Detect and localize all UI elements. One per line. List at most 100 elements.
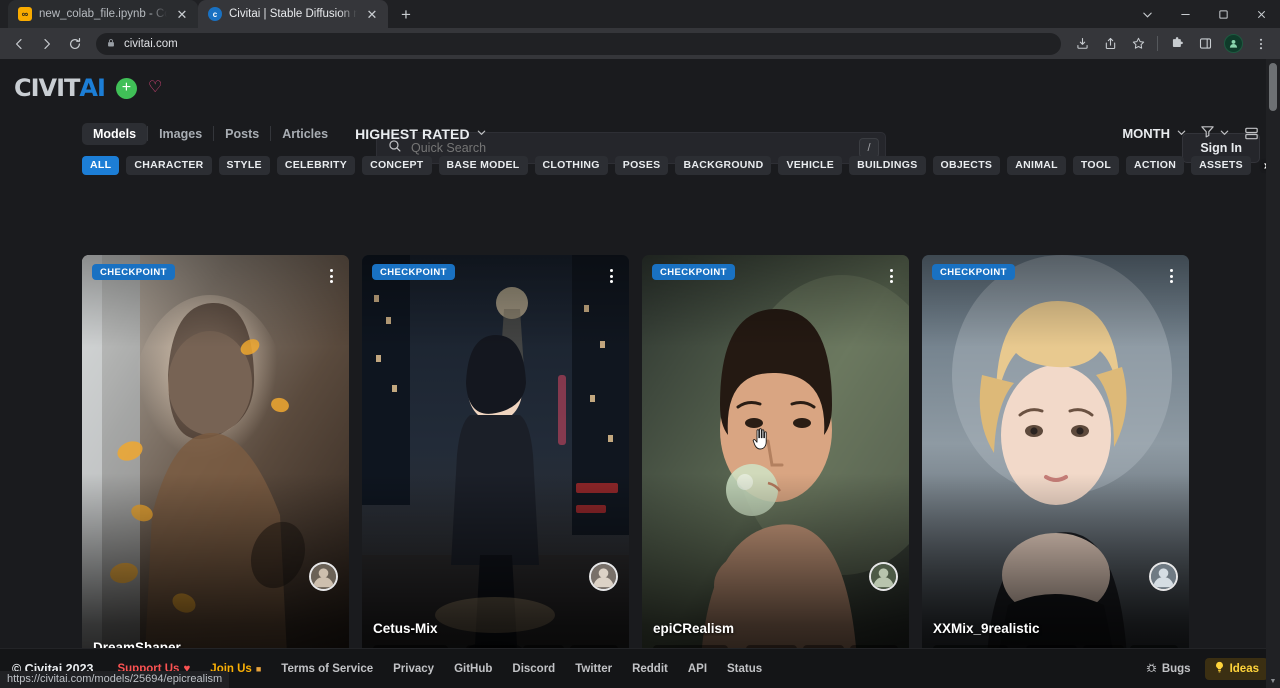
side-panel-icon[interactable] (1192, 31, 1218, 57)
filter-funnel-icon (1200, 124, 1215, 144)
install-icon[interactable] (1069, 31, 1095, 57)
chevron-down-icon (1219, 127, 1230, 140)
model-card[interactable]: CHECKPOINT DreamShaper (82, 255, 349, 648)
browser-tabstrip: ∞ new_colab_file.ipynb - Colaboratory ✕ … (0, 0, 1280, 28)
tab-articles[interactable]: Articles (271, 123, 339, 145)
close-icon[interactable]: ✕ (364, 6, 380, 22)
browser-tab-civitai[interactable]: c Civitai | Stable Diffusion models, ✕ (198, 0, 388, 28)
model-grid-container: CHECKPOINT DreamShaper (0, 255, 1280, 648)
period-dropdown[interactable]: MONTH (1122, 126, 1187, 141)
card-body: epiCRealism ★★★★★ 305 (642, 612, 909, 648)
chip-assets[interactable]: ASSETS (1191, 156, 1251, 175)
model-type-badge: CHECKPOINT (652, 264, 735, 280)
card-body: Cetus-Mix ★★★★★ 225 (362, 612, 629, 648)
sort-dropdown[interactable]: HIGHEST RATED (355, 126, 487, 142)
footer-link-github[interactable]: GitHub (444, 663, 502, 675)
nav-tabs: Models Images Posts Articles (82, 123, 339, 145)
creator-avatar[interactable] (309, 562, 338, 591)
browser-toolbar: civitai.com (0, 28, 1280, 59)
page-scrollbar[interactable]: ▲ ▼ (1266, 59, 1280, 688)
layout-toggle-button[interactable] (1243, 125, 1260, 142)
sort-dropdown-label: HIGHEST RATED (355, 126, 470, 142)
model-card[interactable]: CHECKPOINT XXMix_9realistic ★★★★★ 193 (922, 255, 1189, 648)
tab-images[interactable]: Images (148, 123, 213, 145)
bug-icon (1146, 662, 1157, 676)
chip-character[interactable]: CHARACTER (126, 156, 211, 175)
model-type-badge: CHECKPOINT (92, 264, 175, 280)
model-card[interactable]: CHECKPOINT epiCRealism ★★★★★ 305 (642, 255, 909, 648)
footer-link-twitter[interactable]: Twitter (565, 663, 622, 675)
filter-button[interactable] (1200, 124, 1230, 144)
chip-animal[interactable]: ANIMAL (1007, 156, 1066, 175)
back-arrow-icon[interactable] (6, 31, 32, 57)
report-bugs-button[interactable]: Bugs (1140, 662, 1197, 676)
chip-action[interactable]: ACTION (1126, 156, 1184, 175)
chip-base-model[interactable]: BASE MODEL (439, 156, 528, 175)
extensions-icon[interactable] (1164, 31, 1190, 57)
main-nav: Models Images Posts Articles HIGHEST RAT… (0, 117, 1280, 150)
close-window-button[interactable] (1242, 0, 1280, 28)
card-more-menu-icon[interactable] (886, 265, 897, 287)
browser-tab-colab[interactable]: ∞ new_colab_file.ipynb - Colaboratory ✕ (8, 0, 198, 28)
creator-avatar[interactable] (1149, 562, 1178, 591)
footer-link-reddit[interactable]: Reddit (622, 663, 678, 675)
bugs-label: Bugs (1162, 663, 1191, 675)
footer-link-status[interactable]: Status (717, 663, 772, 675)
ideas-button[interactable]: Ideas (1205, 658, 1268, 680)
address-bar[interactable]: civitai.com (96, 33, 1061, 55)
model-type-badge: CHECKPOINT (372, 264, 455, 280)
chip-clothing[interactable]: CLOTHING (535, 156, 608, 175)
model-title: Cetus-Mix (373, 621, 618, 636)
chip-poses[interactable]: POSES (615, 156, 669, 175)
chip-background[interactable]: BACKGROUND (675, 156, 771, 175)
civitai-logo[interactable]: CIVITAI + ♡ (14, 74, 162, 102)
share-icon[interactable] (1097, 31, 1123, 57)
footer-link-discord[interactable]: Discord (502, 663, 565, 675)
tab-search-icon[interactable] (1128, 0, 1166, 28)
logo-text: CIVITAI (14, 74, 105, 102)
tab-models[interactable]: Models (82, 123, 147, 145)
model-card[interactable]: CHECKPOINT Cetus-Mix ★★★★★ 225 (362, 255, 629, 648)
logo-part-civit: CIVIT (14, 74, 79, 102)
scroll-down-icon[interactable]: ▼ (1266, 674, 1280, 688)
new-tab-button[interactable]: + (392, 0, 420, 28)
maximize-button[interactable] (1204, 0, 1242, 28)
model-title: XXMix_9realistic (933, 621, 1178, 636)
close-icon[interactable]: ✕ (174, 6, 190, 22)
chip-concept[interactable]: CONCEPT (362, 156, 431, 175)
card-body: XXMix_9realistic ★★★★★ 193 (922, 612, 1189, 648)
card-more-menu-icon[interactable] (1166, 265, 1177, 287)
forward-arrow-icon[interactable] (34, 31, 60, 57)
footer-link-api[interactable]: API (678, 663, 717, 675)
chip-tool[interactable]: TOOL (1073, 156, 1119, 175)
card-gradient-overlay (642, 255, 909, 648)
chip-objects[interactable]: OBJECTS (933, 156, 1001, 175)
chip-vehicle[interactable]: VEHICLE (778, 156, 842, 175)
nav-controls: MONTH (1122, 124, 1260, 144)
creator-avatar[interactable] (869, 562, 898, 591)
scrollbar-thumb[interactable] (1269, 63, 1277, 111)
footer-link-terms-of-service[interactable]: Terms of Service (271, 663, 383, 675)
bookmark-star-icon[interactable] (1125, 31, 1151, 57)
footer-link-privacy[interactable]: Privacy (383, 663, 444, 675)
chip-buildings[interactable]: BUILDINGS (849, 156, 925, 175)
chevron-down-icon (476, 127, 487, 140)
window-controls (1128, 0, 1280, 28)
footer-actions: Bugs Ideas (1140, 658, 1268, 680)
chrome-menu-icon[interactable] (1248, 31, 1274, 57)
chip-all[interactable]: ALL (82, 156, 119, 175)
minimize-button[interactable] (1166, 0, 1204, 28)
tab-posts[interactable]: Posts (214, 123, 270, 145)
card-more-menu-icon[interactable] (606, 265, 617, 287)
reload-icon[interactable] (62, 31, 88, 57)
chip-celebrity[interactable]: CELEBRITY (277, 156, 355, 175)
card-more-menu-icon[interactable] (326, 265, 337, 287)
card-gradient-overlay (922, 255, 1189, 648)
creator-avatar[interactable] (589, 562, 618, 591)
browser-tab-title: new_colab_file.ipynb - Colaboratory (39, 8, 167, 20)
chip-style[interactable]: STYLE (219, 156, 270, 175)
civitai-icon: c (208, 7, 222, 21)
plus-icon[interactable]: + (116, 78, 137, 99)
heart-icon[interactable]: ♡ (148, 80, 162, 96)
profile-avatar[interactable] (1220, 31, 1246, 57)
